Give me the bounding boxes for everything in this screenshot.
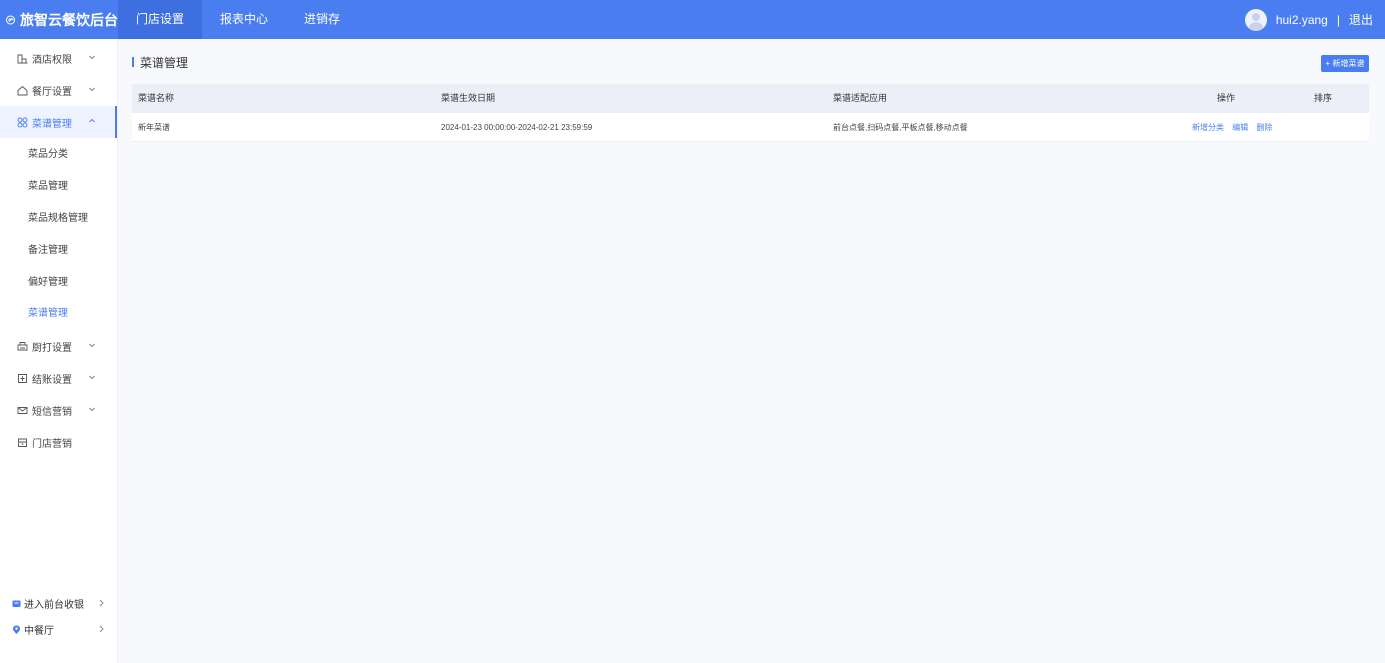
sidebar-subitem-preferences[interactable]: 偏好管理: [0, 267, 117, 299]
top-nav: 门店设置 报表中心 进销存: [118, 0, 358, 39]
sidebar-item-checkout-settings[interactable]: 结账设置: [0, 362, 117, 394]
store-icon: [17, 437, 28, 448]
add-category-link[interactable]: 新增分类: [1192, 123, 1224, 132]
menu-table: 菜谱名称 菜谱生效日期 菜谱适配应用 操作 排序 新年菜谱 2024-01-23…: [132, 84, 1369, 142]
sidebar-item-label: 菜谱管理: [32, 118, 72, 130]
grid-icon: [17, 117, 28, 128]
cell-menu-name: 新年菜谱: [138, 123, 170, 132]
location-icon: [13, 625, 20, 634]
sidebar-item-label: 短信营销: [32, 406, 72, 418]
column-header-date: 菜谱生效日期: [441, 93, 496, 103]
chevron-down-icon: [89, 87, 95, 92]
sidebar-item-label: 餐厅设置: [32, 86, 72, 98]
chevron-down-icon: [89, 407, 95, 412]
table-row: 新年菜谱 2024-01-23 00:00:00-2024-02-21 23:5…: [132, 113, 1369, 142]
user-name[interactable]: hui2.yang: [1276, 13, 1328, 27]
sidebar-subitem-dish-category[interactable]: 菜品分类: [0, 139, 117, 171]
brand-name: 旅智云餐饮后台: [20, 11, 118, 28]
cashier-icon: [12, 600, 21, 607]
user-area: hui2.yang | 退出: [1244, 0, 1373, 39]
avatar[interactable]: [1244, 8, 1267, 31]
add-menu-button[interactable]: + 新增菜谱: [1321, 55, 1369, 72]
chevron-up-icon: [89, 118, 95, 123]
column-header-name: 菜谱名称: [138, 93, 175, 103]
cell-effective-date: 2024-01-23 00:00:00-2024-02-21 23:59:59: [441, 123, 593, 132]
sidebar-subitem-menus[interactable]: 菜谱管理: [0, 298, 117, 330]
topnav-inventory[interactable]: 进销存: [286, 0, 358, 39]
sidebar-item-restaurant-settings[interactable]: 餐厅设置: [0, 74, 117, 106]
hotel-icon: [17, 53, 28, 64]
sidebar-item-label: 厨打设置: [32, 342, 72, 354]
chevron-down-icon: [89, 343, 95, 348]
chevron-down-icon: [89, 375, 95, 380]
brand[interactable]: 旅智云餐饮后台: [0, 0, 118, 39]
brand-logo-icon: [6, 15, 15, 24]
sidebar-item-sms-marketing[interactable]: 短信营销: [0, 394, 117, 426]
chevron-right-icon: [99, 599, 104, 607]
restaurant-switch-link[interactable]: 中餐厅: [0, 618, 117, 640]
sidebar-item-kitchen-print[interactable]: 厨打设置: [0, 330, 117, 362]
sidebar: 酒店权限 餐厅设置 菜谱管理 菜品分类 菜品管理 菜品规格管理 备注管理 偏好管…: [0, 39, 118, 663]
column-header-apps: 菜谱适配应用: [833, 93, 888, 103]
table-header: 菜谱名称 菜谱生效日期 菜谱适配应用 操作 排序: [132, 84, 1369, 113]
sidebar-item-store-marketing[interactable]: 门店营销: [0, 426, 117, 458]
chevron-down-icon: [89, 55, 95, 60]
column-header-sort: 排序: [1314, 93, 1333, 103]
mail-icon: [17, 405, 28, 416]
cell-applications: 前台点餐,扫码点餐,平板点餐,移动点餐: [833, 123, 968, 132]
restaurant-label: 中餐厅: [24, 625, 54, 637]
logout-button[interactable]: 退出: [1349, 11, 1373, 28]
sidebar-item-menu-management[interactable]: 菜谱管理: [0, 106, 117, 138]
sidebar-item-label: 结账设置: [32, 374, 72, 386]
sidebar-item-hotel-permissions[interactable]: 酒店权限: [0, 42, 117, 74]
enter-cashier-link[interactable]: 进入前台收银: [0, 592, 117, 614]
sidebar-item-label: 酒店权限: [32, 54, 72, 66]
sidebar-item-label: 门店营销: [32, 438, 72, 450]
checkout-icon: [17, 373, 28, 384]
page-title: 菜谱管理: [140, 55, 189, 70]
sidebar-subitem-dish-spec[interactable]: 菜品规格管理: [0, 203, 117, 235]
topnav-store-settings[interactable]: 门店设置: [118, 0, 203, 39]
title-marker: [132, 57, 134, 67]
edit-link[interactable]: 编辑: [1232, 123, 1248, 132]
user-separator: |: [1336, 12, 1340, 27]
delete-link[interactable]: 删除: [1256, 123, 1272, 132]
home-icon: [17, 85, 28, 96]
cell-actions: 新增分类 编辑 删除: [1192, 113, 1278, 142]
printer-icon: [17, 341, 28, 352]
sidebar-subitem-notes[interactable]: 备注管理: [0, 235, 117, 267]
page-header: 菜谱管理: [132, 55, 189, 70]
topnav-report-center[interactable]: 报表中心: [202, 0, 286, 39]
sidebar-subitem-dish-management[interactable]: 菜品管理: [0, 171, 117, 203]
column-header-actions: 操作: [1217, 93, 1236, 103]
chevron-right-icon: [99, 625, 104, 633]
top-bar: 旅智云餐饮后台 门店设置 报表中心 进销存 hui2.yang | 退出: [0, 0, 1385, 39]
main-content: 菜谱管理 + 新增菜谱 菜谱名称 菜谱生效日期 菜谱适配应用 操作 排序 新年菜…: [118, 39, 1385, 663]
enter-cashier-label: 进入前台收银: [24, 599, 84, 611]
